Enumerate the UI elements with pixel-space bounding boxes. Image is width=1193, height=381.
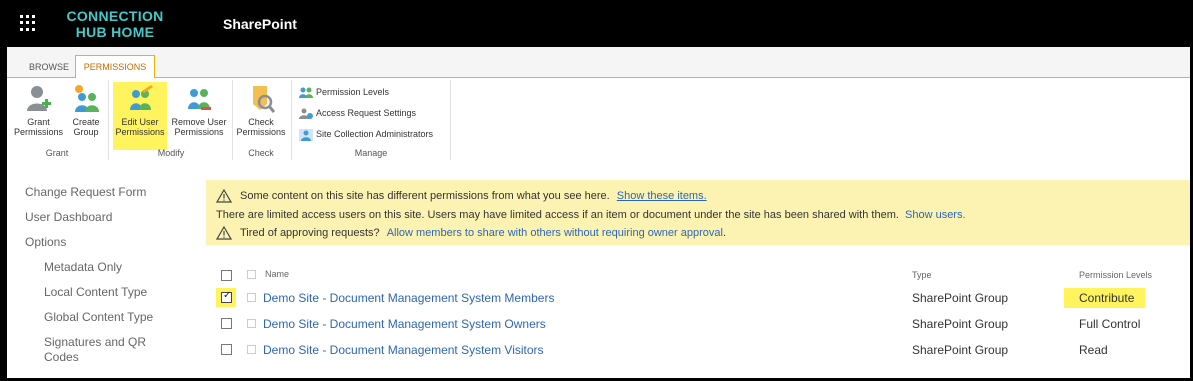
create-group-button[interactable]: Create Group <box>67 84 105 144</box>
quick-launch-nav: Change Request Form User Dashboard Optio… <box>25 180 195 364</box>
permissions-status-banner: Some content on this site has different … <box>206 180 1190 245</box>
column-header-permission-levels[interactable]: Permission Levels <box>1079 270 1152 280</box>
create-group-label-2: Group <box>73 127 99 137</box>
create-group-label-1: Create <box>72 117 100 127</box>
grant-permissions-label-1: Grant <box>27 117 50 127</box>
nav-item-signatures-qr-codes[interactable]: Signatures and QR Codes <box>25 330 155 364</box>
tab-browse[interactable]: BROWSE <box>17 56 81 78</box>
remove-user-permissions-label-1: Remove User <box>171 117 227 127</box>
nav-item-global-content-type[interactable]: Global Content Type <box>25 305 195 330</box>
edit-user-permissions-icon <box>130 85 153 110</box>
nav-item-local-content-type[interactable]: Local Content Type <box>25 280 195 305</box>
allow-members-to-share-link[interactable]: Allow members to share with others witho… <box>387 227 723 239</box>
show-users-link[interactable]: Show users. <box>905 209 966 221</box>
group-label-manage: Manage <box>354 148 388 158</box>
edit-user-permissions-label-2: Permissions <box>115 127 165 137</box>
grant-permissions-button[interactable]: Grant Permissions <box>11 84 66 144</box>
warning-icon <box>216 189 232 203</box>
access-request-icon <box>299 108 313 119</box>
permission-levels-button[interactable]: Permission Levels <box>299 84 389 100</box>
banner-text-2: There are limited access users on this s… <box>216 209 899 221</box>
check-permissions-icon <box>253 86 275 113</box>
ribbon-divider <box>450 80 451 160</box>
banner-text-1: Some content on this site has different … <box>240 190 610 202</box>
access-request-settings-label: Access Request Settings <box>316 108 417 118</box>
group-type: SharePoint Group <box>912 317 1009 331</box>
permission-level: Read <box>1079 343 1108 357</box>
nav-item-options[interactable]: Options <box>25 230 195 255</box>
ribbon: Grant Permissions Create Group Grant Edi… <box>7 78 1190 164</box>
grant-permissions-label-2: Permissions <box>13 127 63 137</box>
header-item-checkbox[interactable] <box>247 270 256 279</box>
banner-text-3: Tired of approving requests? <box>240 227 380 239</box>
row-item-checkbox[interactable] <box>247 319 256 328</box>
ribbon-divider <box>108 80 109 160</box>
ribbon-tabs: BROWSE PERMISSIONS <box>7 47 1190 79</box>
banner-line-different-permissions: Some content on this site has different … <box>216 188 707 204</box>
group-name-link[interactable]: Demo Site - Document Management System O… <box>263 316 546 332</box>
permission-levels-label: Permission Levels <box>316 87 390 97</box>
brand-line-1: CONNECTION <box>66 8 164 24</box>
table-row[interactable]: Demo Site - Document Management System O… <box>206 312 1190 338</box>
group-label-grant: Grant <box>45 148 69 158</box>
nav-item-metadata-only[interactable]: Metadata Only <box>25 255 195 280</box>
remove-user-permissions-icon <box>188 89 211 110</box>
row-item-checkbox[interactable] <box>247 293 256 302</box>
nav-item-change-request-form[interactable]: Change Request Form <box>25 180 195 205</box>
check-permissions-label-1: Check <box>248 117 274 127</box>
group-name-link[interactable]: Demo Site - Document Management System M… <box>263 290 554 306</box>
table-row[interactable]: Demo Site - Document Management System V… <box>206 338 1190 364</box>
group-label-modify: Modify <box>157 148 185 158</box>
warning-icon <box>216 226 232 240</box>
app-launcher-icon[interactable] <box>20 15 36 31</box>
site-collection-administrators-button[interactable]: Site Collection Administrators <box>299 126 433 142</box>
brand-line-2: HUB HOME <box>75 24 155 40</box>
grant-permissions-icon <box>26 86 51 111</box>
ribbon-divider <box>291 80 292 160</box>
row-item-checkbox[interactable] <box>247 345 256 354</box>
site-collection-administrators-label: Site Collection Administrators <box>316 129 434 139</box>
row-checkbox[interactable] <box>221 344 232 355</box>
check-permissions-button[interactable]: Check Permissions <box>235 84 287 144</box>
banner-text-3-end: . <box>722 227 727 239</box>
group-type: SharePoint Group <box>912 291 1009 305</box>
group-type: SharePoint Group <box>912 343 1009 357</box>
group-name-link[interactable]: Demo Site - Document Management System V… <box>263 342 544 358</box>
column-header-type[interactable]: Type <box>912 270 932 280</box>
nav-item-user-dashboard[interactable]: User Dashboard <box>25 205 195 230</box>
permission-level: Full Control <box>1079 317 1141 331</box>
permission-levels-icon <box>299 87 313 98</box>
create-group-icon <box>75 85 99 112</box>
permission-level: Contribute <box>1079 291 1135 305</box>
banner-line-approving-requests: Tired of approving requests? Allow membe… <box>216 225 726 241</box>
row-checkbox[interactable] <box>221 290 232 303</box>
app-title[interactable]: SharePoint <box>223 16 297 32</box>
row-checkbox[interactable] <box>221 318 232 329</box>
site-logo[interactable]: CONNECTION HUB HOME <box>51 8 179 40</box>
sharepoint-window: CONNECTION HUB HOME SharePoint BROWSE PE… <box>7 0 1190 378</box>
check-permissions-label-2: Permissions <box>236 127 286 137</box>
select-all-checkbox[interactable] <box>221 270 232 281</box>
access-request-settings-button[interactable]: Access Request Settings <box>299 105 416 121</box>
suite-bar: CONNECTION HUB HOME SharePoint <box>7 0 1190 47</box>
site-admins-icon <box>299 128 313 141</box>
tab-permissions[interactable]: PERMISSIONS <box>75 55 155 79</box>
remove-user-permissions-label-2: Permissions <box>174 127 224 137</box>
edit-user-permissions-button[interactable]: Edit User Permissions <box>113 82 167 150</box>
group-label-check: Check <box>248 148 274 158</box>
remove-user-permissions-button[interactable]: Remove User Permissions <box>169 84 229 144</box>
edit-user-permissions-label-1: Edit User <box>121 117 159 127</box>
table-row[interactable]: Demo Site - Document Management System M… <box>206 286 1190 312</box>
column-header-name[interactable]: Name <box>265 269 289 279</box>
banner-line-limited-access: There are limited access users on this s… <box>216 207 966 223</box>
show-these-items-link[interactable]: Show these items. <box>617 190 707 202</box>
